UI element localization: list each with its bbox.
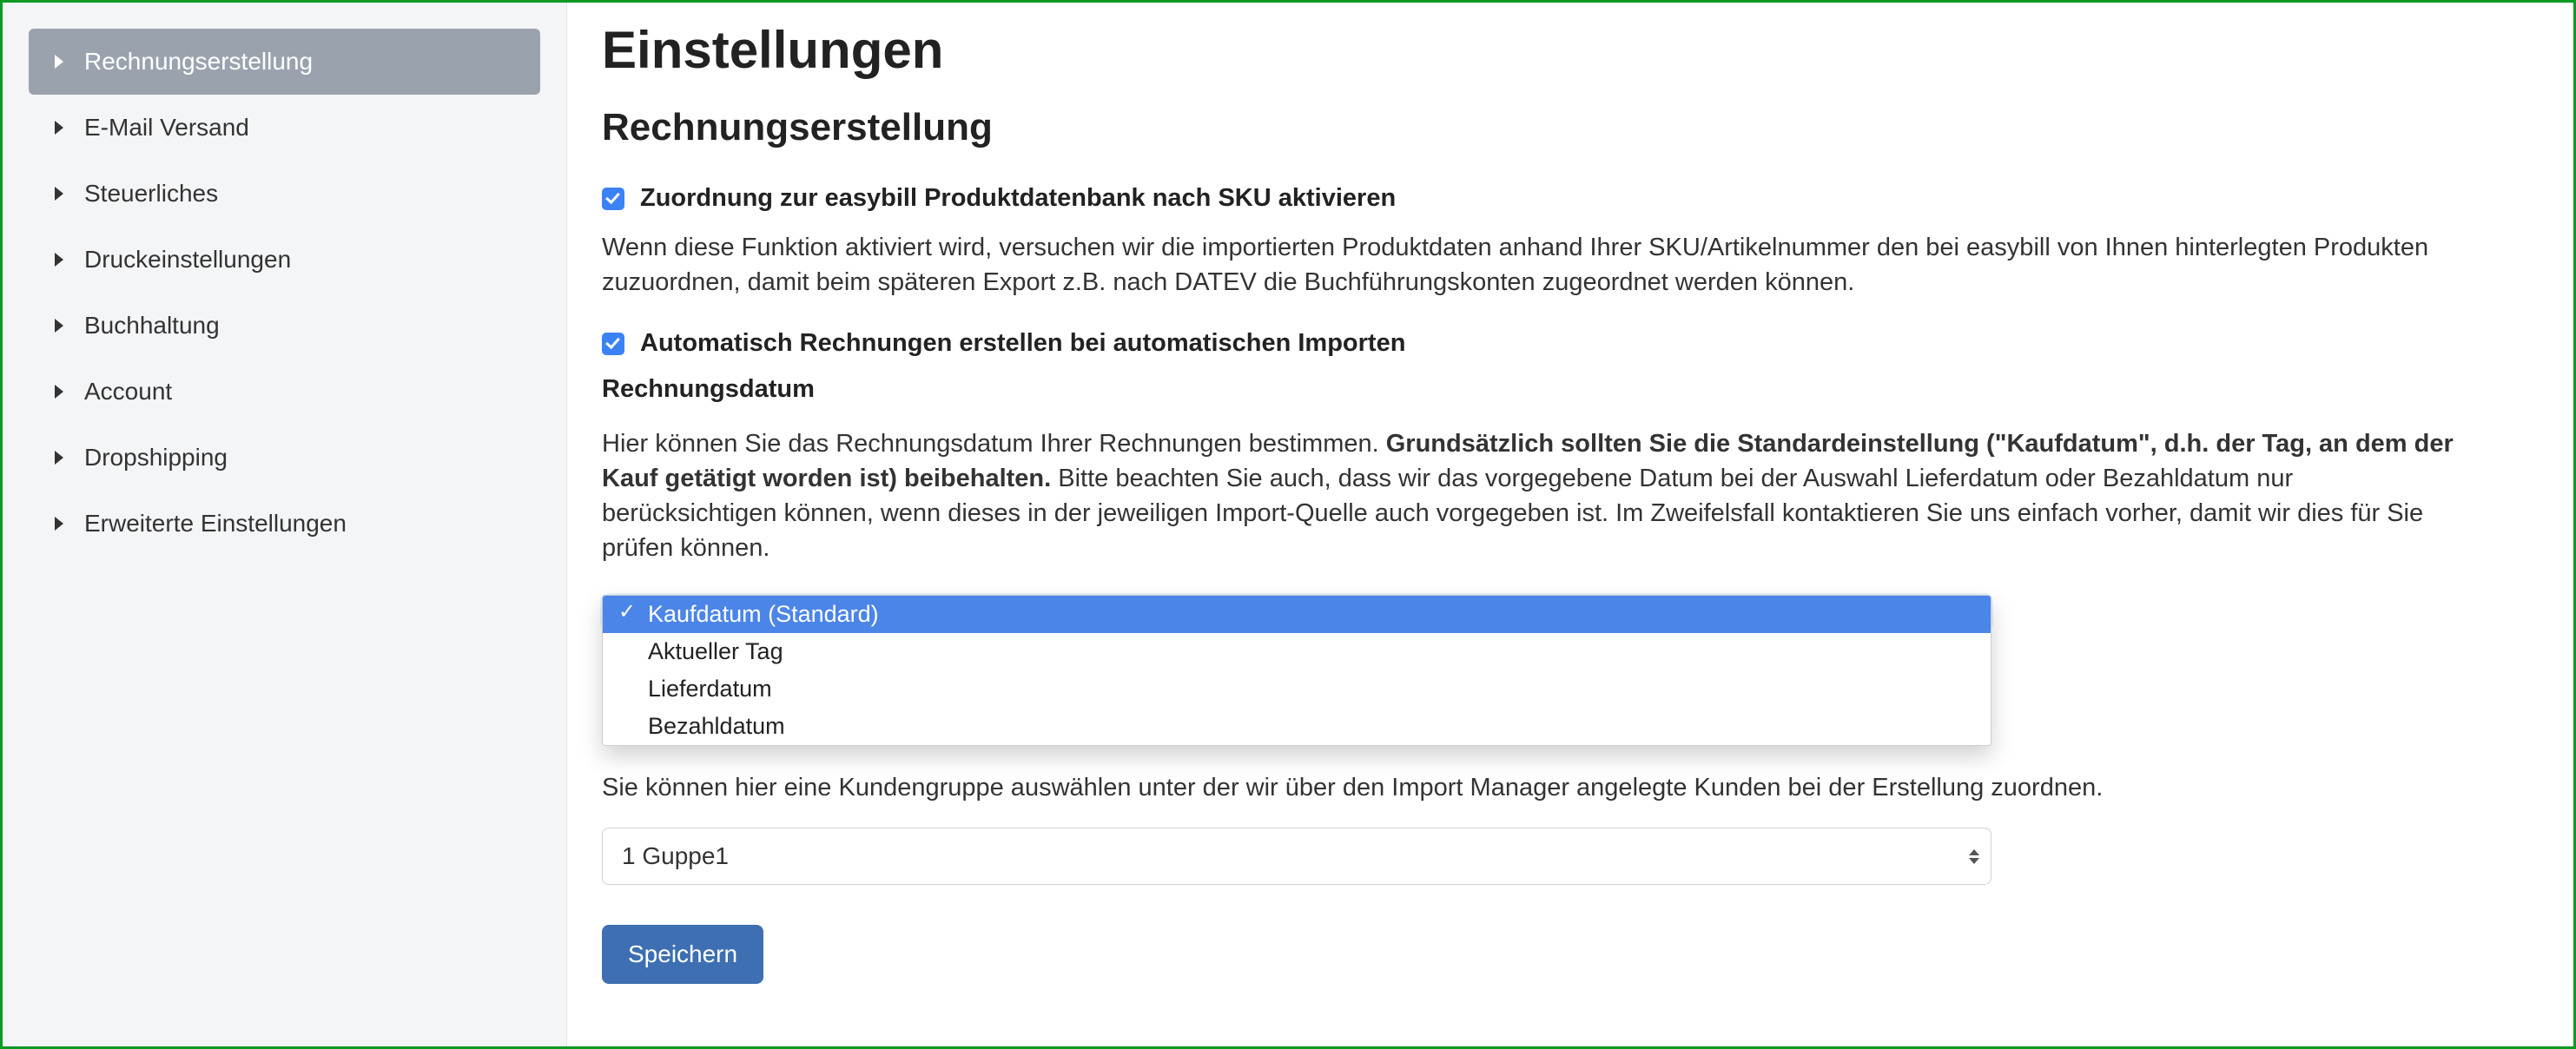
nav-item-rechnungserstellung[interactable]: Rechnungserstellung: [29, 29, 540, 95]
auto-invoice-checkbox-label: Automatisch Rechnungen erstellen bei aut…: [640, 329, 1405, 358]
customer-group-select[interactable]: 1 Guppe1: [602, 828, 1991, 885]
nav-label: Steuerliches: [84, 180, 218, 208]
nav-label: Dropshipping: [84, 444, 228, 472]
invoice-date-help: Hier können Sie das Rechnungsdatum Ihrer…: [602, 426, 2460, 565]
caret-icon: [55, 517, 63, 531]
caret-icon: [55, 319, 63, 333]
nav-item-account[interactable]: Account: [29, 359, 540, 425]
caret-icon: [55, 55, 63, 69]
caret-icon: [55, 121, 63, 135]
sku-checkbox-row: Zuordnung zur easybill Produktdatenbank …: [602, 184, 2460, 213]
customer-group-selected-value: 1 Guppe1: [622, 842, 729, 870]
save-button[interactable]: Speichern: [602, 925, 763, 984]
nav-label: Rechnungserstellung: [84, 48, 313, 76]
sku-checkbox-label: Zuordnung zur easybill Produktdatenbank …: [640, 184, 1396, 213]
invoice-date-option-kaufdatum[interactable]: Kaufdatum (Standard): [603, 596, 1991, 633]
nav-item-dropshipping[interactable]: Dropshipping: [29, 425, 540, 491]
nav-label: E-Mail Versand: [84, 114, 249, 142]
settings-sidebar: Rechnungserstellung E-Mail Versand Steue…: [3, 3, 567, 1046]
nav-label: Account: [84, 378, 172, 406]
invoice-date-option-bezahldatum[interactable]: Bezahldatum: [603, 708, 1991, 745]
auto-checkbox-row: Automatisch Rechnungen erstellen bei aut…: [602, 329, 2460, 358]
page-title: Einstellungen: [602, 20, 2460, 80]
sku-help-text: Wenn diese Funktion aktiviert wird, vers…: [602, 230, 2460, 300]
invoice-date-option-aktueller-tag[interactable]: Aktueller Tag: [603, 633, 1991, 670]
nav-item-druckeinstellungen[interactable]: Druckeinstellungen: [29, 227, 540, 293]
settings-main: Einstellungen Rechnungserstellung Zuordn…: [567, 3, 2573, 1046]
nav-item-email-versand[interactable]: E-Mail Versand: [29, 95, 540, 161]
caret-icon: [55, 253, 63, 267]
invoice-date-option-lieferdatum[interactable]: Lieferdatum: [603, 670, 1991, 708]
sku-checkbox[interactable]: [602, 188, 624, 210]
nav-item-steuerliches[interactable]: Steuerliches: [29, 161, 540, 227]
nav-label: Buchhaltung: [84, 312, 220, 340]
customer-group-help: Sie können hier eine Kundengruppe auswäh…: [602, 770, 2460, 805]
app-frame: Rechnungserstellung E-Mail Versand Steue…: [0, 0, 2576, 1049]
invoice-date-dropdown: Kaufdatum (Standard) Aktueller Tag Liefe…: [602, 595, 1991, 746]
invoice-date-help-prefix: Hier können Sie das Rechnungsdatum Ihrer…: [602, 430, 1386, 458]
nav-label: Erweiterte Einstellungen: [84, 510, 347, 538]
nav-item-buchhaltung[interactable]: Buchhaltung: [29, 293, 540, 359]
section-title: Rechnungserstellung: [602, 106, 2460, 149]
caret-icon: [55, 451, 63, 465]
invoice-date-select-wrap: Kaufdatum (Standard) Aktueller Tag Liefe…: [602, 595, 2460, 734]
caret-icon: [55, 385, 63, 399]
caret-icon: [55, 187, 63, 201]
nav-label: Druckeinstellungen: [84, 246, 291, 274]
invoice-date-heading: Rechnungsdatum: [602, 375, 2460, 404]
nav-item-erweiterte-einstellungen[interactable]: Erweiterte Einstellungen: [29, 491, 540, 557]
select-spinner-icon: [1966, 844, 1982, 868]
auto-invoice-checkbox[interactable]: [602, 333, 624, 355]
